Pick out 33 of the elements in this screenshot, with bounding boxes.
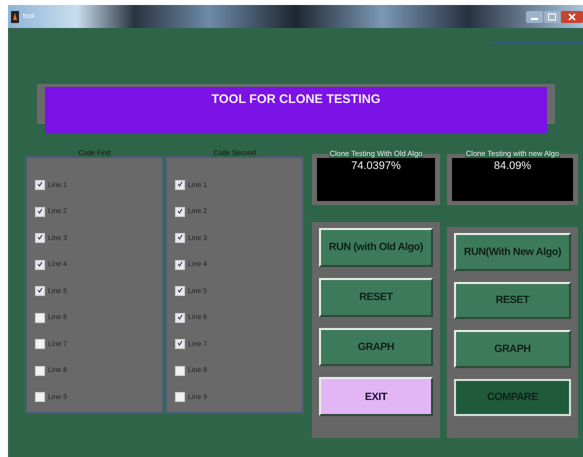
checkbox[interactable]	[175, 286, 185, 296]
title-banner: TOOL FOR CLONE TESTING	[45, 87, 547, 133]
result-value: 84.09%	[494, 160, 532, 172]
checkbox[interactable]	[175, 206, 185, 216]
action-button[interactable]: RESET	[319, 278, 433, 316]
action-button[interactable]: RUN (with Old Algo)	[319, 228, 433, 267]
app-icon	[11, 10, 19, 22]
checkbox[interactable]	[35, 233, 45, 243]
action-button[interactable]: GRAPH	[319, 328, 433, 366]
maximize-icon[interactable]	[544, 10, 560, 22]
result-value: 74.0397%	[351, 160, 401, 172]
checkbox[interactable]	[175, 260, 185, 270]
checkbox[interactable]	[175, 366, 185, 376]
checkbox[interactable]	[175, 312, 185, 322]
checkbox[interactable]	[35, 339, 45, 349]
action-button[interactable]: GRAPH	[454, 330, 571, 368]
close-icon[interactable]	[561, 10, 583, 22]
checkbox[interactable]	[35, 312, 45, 322]
checkbox[interactable]	[175, 233, 185, 243]
action-button[interactable]: RESET	[454, 282, 571, 319]
checkbox[interactable]	[175, 392, 185, 402]
checkbox[interactable]	[35, 206, 45, 216]
checkbox[interactable]	[35, 286, 45, 296]
checkbox[interactable]	[35, 366, 45, 376]
action-button[interactable]: RUN(With New Algo)	[454, 233, 571, 270]
checkbox[interactable]	[35, 392, 45, 402]
checkbox[interactable]	[175, 339, 185, 349]
action-button[interactable]: COMPARE	[454, 378, 571, 416]
action-button[interactable]: EXIT	[319, 377, 433, 416]
checkbox[interactable]	[35, 180, 45, 190]
minimize-icon[interactable]	[526, 10, 543, 22]
checkbox[interactable]	[175, 180, 185, 190]
checkbox[interactable]	[35, 260, 45, 270]
